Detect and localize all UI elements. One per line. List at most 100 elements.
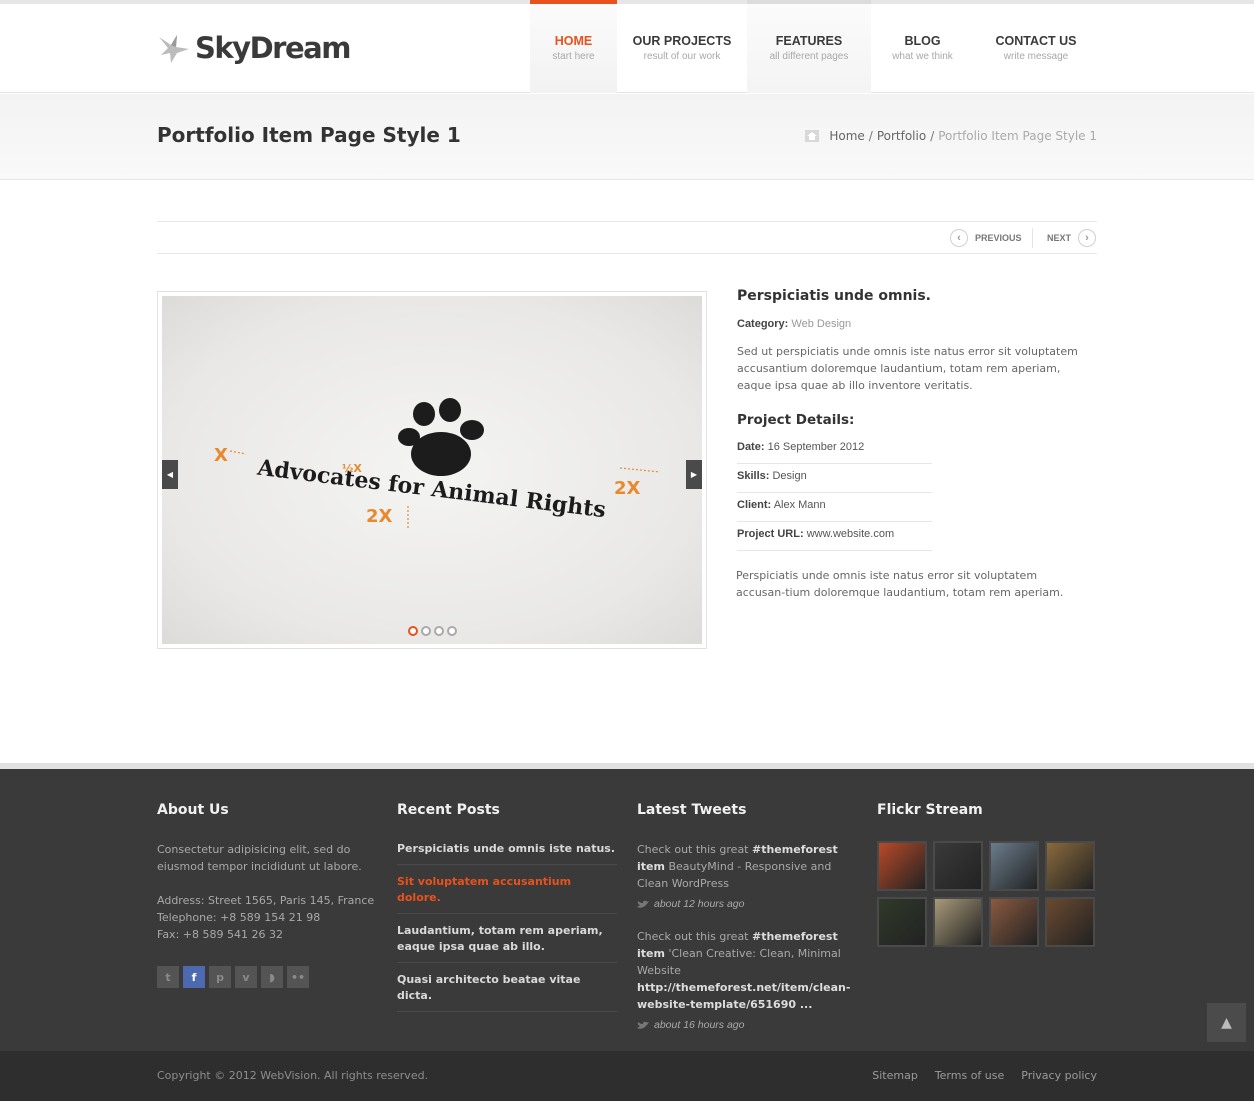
slider-dot[interactable]: [421, 626, 431, 636]
detail-value[interactable]: www.website.com: [807, 528, 894, 540]
tweet-time-text: about 12 hours ago: [654, 898, 745, 910]
flickr-thumbnail[interactable]: [1045, 841, 1095, 891]
tweet-text: Check out this great #themeforest item '…: [637, 928, 857, 1013]
detail-row-date: Date: 16 September 2012: [737, 435, 932, 464]
footer-about: About Us Consectetur adipisicing elit, s…: [157, 802, 377, 988]
nav-label: FEATURES: [775, 34, 843, 48]
chevron-left-icon: ‹: [950, 229, 968, 247]
detail-label: Client:: [737, 499, 772, 511]
project-category: Category: Web Design: [737, 318, 1097, 330]
slider-dot[interactable]: [408, 626, 418, 636]
main-nav: HOME start here OUR PROJECTS result of o…: [530, 0, 1098, 93]
footer-heading: Flickr Stream: [877, 802, 983, 818]
tweet-time-text: about 16 hours ago: [654, 1019, 745, 1031]
slider-dot[interactable]: [434, 626, 444, 636]
pager-divider: [1032, 228, 1033, 248]
slider-dot[interactable]: [447, 626, 457, 636]
site-logo[interactable]: SkyDream: [157, 31, 351, 65]
brand-name: SkyDream: [195, 31, 351, 65]
tweet-time: about 16 hours ago: [637, 1019, 857, 1031]
breadcrumb-portfolio[interactable]: Portfolio: [877, 129, 926, 143]
breadcrumb-home[interactable]: Home: [829, 129, 864, 143]
previous-button[interactable]: ‹ PREVIOUS: [950, 229, 1022, 247]
breadcrumb: Home / Portfolio / Portfolio Item Page S…: [805, 129, 1097, 143]
project-title: Perspiciatis unde omnis.: [737, 288, 932, 304]
terms-link[interactable]: Terms of use: [935, 1069, 1004, 1082]
nav-sublabel: what we think: [892, 51, 953, 62]
detail-label: Date:: [737, 441, 765, 453]
footer-flickr-stream: Flickr Stream: [877, 802, 1097, 947]
flickr-thumbnails: [877, 841, 1097, 947]
footer-latest-tweets: Latest Tweets Check out this great #them…: [637, 802, 857, 1049]
about-telephone: Telephone: +8 589 154 21 98: [157, 911, 321, 924]
flickr-thumbnail[interactable]: [877, 897, 927, 947]
flickr-icon[interactable]: ••: [287, 966, 309, 988]
nav-home[interactable]: HOME start here: [530, 0, 617, 93]
category-value[interactable]: Web Design: [791, 318, 851, 330]
footer-heading: Latest Tweets: [637, 802, 747, 818]
pinterest-icon[interactable]: p: [209, 966, 231, 988]
project-details-title: Project Details:: [737, 412, 855, 428]
rss-icon[interactable]: ◗: [261, 966, 283, 988]
next-label: NEXT: [1047, 233, 1072, 243]
detail-value: Alex Mann: [773, 499, 826, 511]
detail-label: Project URL:: [737, 528, 804, 540]
site-header: SkyDream HOME start here OUR PROJECTS re…: [0, 0, 1254, 93]
arrow-up-icon: ▲: [1221, 1014, 1232, 1031]
back-to-top-button[interactable]: ▲: [1207, 1003, 1246, 1042]
flickr-thumbnail[interactable]: [877, 841, 927, 891]
recent-post-link[interactable]: Quasi architecto beatae vitae dicta.: [397, 972, 617, 1012]
slide-mark: 2X: [366, 506, 393, 527]
nav-our-projects[interactable]: OUR PROJECTS result of our work: [617, 4, 747, 93]
footer-heading: Recent Posts: [397, 802, 500, 818]
flickr-thumbnail[interactable]: [933, 897, 983, 947]
privacy-link[interactable]: Privacy policy: [1021, 1069, 1097, 1082]
sitemap-link[interactable]: Sitemap: [872, 1069, 918, 1082]
twitter-bird-icon: [637, 900, 649, 908]
slider-prev-arrow[interactable]: ◀: [162, 460, 178, 489]
detail-value: Design: [772, 470, 807, 482]
slider-next-arrow[interactable]: ▶: [686, 460, 702, 489]
project-details: Date: 16 September 2012 Skills: Design C…: [737, 435, 1097, 551]
recent-post-link[interactable]: Perspiciatis unde omnis iste natus.: [397, 841, 617, 865]
tweet-link[interactable]: http://themeforest.net/item/clean-websit…: [637, 981, 850, 1011]
nav-label: OUR PROJECTS: [632, 34, 732, 48]
image-slider: Advocates for Animal Rights X ½X 2X 2X ◀…: [157, 291, 707, 649]
facebook-icon[interactable]: f: [183, 966, 205, 988]
tweet-text: Check out this great #themeforest item B…: [637, 841, 857, 892]
tweet-body: 'Clean Creative: Clean, Minimal Website: [637, 947, 841, 977]
recent-post-link[interactable]: Laudantium, totam rem aperiam, eaque ips…: [397, 923, 617, 963]
nav-blog[interactable]: BLOG what we think: [871, 4, 974, 93]
tweet-prefix: Check out this great: [637, 930, 752, 943]
flickr-thumbnail[interactable]: [1045, 897, 1095, 947]
recent-post-link[interactable]: Sit voluptatem accusantium dolore.: [397, 874, 617, 914]
slide-mark: ½X: [342, 462, 362, 475]
site-footer: About Us Consectetur adipisicing elit, s…: [0, 763, 1254, 1051]
detail-value: 16 September 2012: [767, 441, 865, 453]
social-links: t f p v ◗ ••: [157, 966, 377, 988]
tweet-prefix: Check out this great: [637, 843, 752, 856]
slide-artwork: Advocates for Animal Rights X ½X 2X 2X: [214, 398, 661, 528]
bottom-bar: Copyright © 2012 WebVision. All rights r…: [0, 1051, 1254, 1101]
flickr-thumbnail[interactable]: [933, 841, 983, 891]
nav-sublabel: write message: [1003, 51, 1069, 62]
flickr-thumbnail[interactable]: [989, 841, 1039, 891]
detail-row-skills: Skills: Design: [737, 464, 932, 493]
nav-features[interactable]: FEATURES all different pages: [747, 0, 871, 93]
slide-mark: 2X: [614, 478, 641, 499]
page-title: Portfolio Item Page Style 1: [157, 123, 461, 147]
home-icon: [805, 130, 820, 142]
next-button[interactable]: NEXT ›: [1047, 229, 1097, 247]
about-text: Consectetur adipisicing elit, sed do eiu…: [157, 843, 362, 873]
about-address: Address: Street 1565, Paris 145, France: [157, 894, 375, 907]
nav-sublabel: start here: [552, 51, 595, 62]
vimeo-icon[interactable]: v: [235, 966, 257, 988]
breadcrumb-current: Portfolio Item Page Style 1: [938, 129, 1097, 143]
item-pager: ‹ PREVIOUS NEXT ›: [157, 221, 1097, 254]
flickr-thumbnail[interactable]: [989, 897, 1039, 947]
twitter-icon[interactable]: t: [157, 966, 179, 988]
footer-recent-posts: Recent Posts Perspiciatis unde omnis ist…: [397, 802, 617, 1021]
project-info: Perspiciatis unde omnis. Category: Web D…: [736, 288, 1097, 601]
nav-label: CONTACT US: [995, 34, 1077, 48]
nav-contact-us[interactable]: CONTACT US write message: [974, 4, 1098, 93]
